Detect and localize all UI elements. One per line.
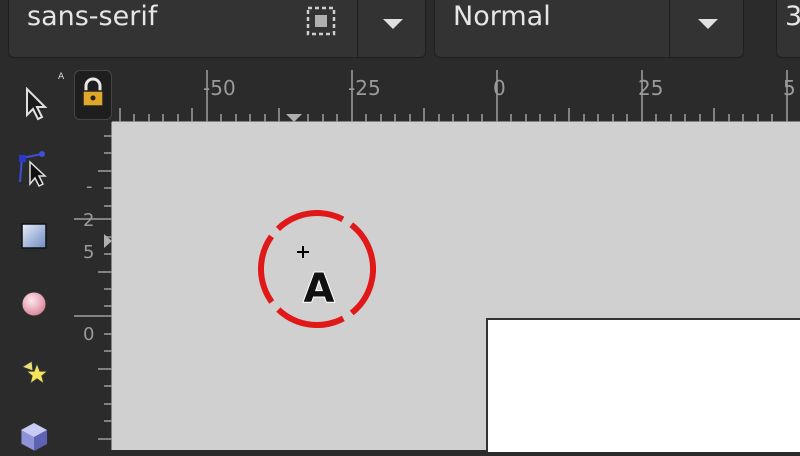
chevron-down-icon	[383, 19, 403, 29]
font-style-combobox[interactable]: Normal	[434, 0, 744, 58]
guide-lock-button[interactable]	[74, 70, 112, 120]
ruler-label: 0	[83, 324, 95, 345]
horizontal-ruler-position-marker	[286, 114, 302, 122]
font-style-dropdown-button[interactable]	[669, 0, 746, 57]
font-family-dropdown-button[interactable]	[357, 0, 428, 57]
ruler-label: 0	[493, 76, 506, 100]
page-area[interactable]	[486, 318, 800, 452]
text-tool-cursor-glyph: A	[304, 266, 335, 312]
rectangle-tool[interactable]	[14, 216, 54, 256]
circle-tool[interactable]	[14, 284, 54, 324]
font-selection-icon[interactable]	[305, 5, 337, 37]
lock-icon	[82, 77, 104, 107]
font-size-value[interactable]: 3	[785, 1, 800, 32]
drawing-canvas[interactable]: A	[112, 122, 800, 452]
text-tool-indicator: A	[58, 72, 65, 82]
crosshair-icon	[297, 246, 309, 258]
ruler-label: 5	[783, 76, 796, 100]
font-family-value[interactable]: sans-serif	[27, 1, 157, 32]
vertical-ruler-ticks	[74, 122, 112, 450]
tool-palette	[0, 66, 68, 452]
ruler-label: 25	[638, 76, 664, 100]
node-edit-icon	[19, 151, 47, 188]
text-toolbar: sans-serif Normal 3	[0, 0, 800, 66]
text-cursor-highlight: A	[258, 210, 376, 328]
3d-box-tool[interactable]	[14, 416, 54, 456]
rectangle-icon	[21, 223, 47, 249]
chevron-down-icon	[698, 19, 718, 29]
circle-icon	[21, 291, 47, 317]
ruler-label: 5	[83, 242, 95, 263]
selector-tool[interactable]	[14, 84, 54, 124]
vertical-ruler-position-marker	[104, 234, 112, 248]
ruler-label: 2	[83, 210, 95, 231]
font-family-combobox[interactable]: sans-serif	[8, 0, 426, 58]
font-style-value[interactable]: Normal	[453, 1, 551, 32]
ruler-label: -25	[348, 76, 381, 100]
3d-box-icon	[20, 422, 48, 452]
star-polygon-icon	[20, 360, 50, 386]
node-tool[interactable]	[14, 148, 54, 188]
arrow-pointer-icon	[26, 87, 48, 121]
ruler-label: -	[86, 176, 93, 197]
star-tool[interactable]	[14, 352, 54, 392]
ruler-label: -50	[203, 76, 236, 100]
vertical-ruler[interactable]: - 2 5 0	[70, 122, 112, 450]
horizontal-ruler[interactable]: -50 -25 0 25 5	[112, 66, 800, 122]
font-size-field[interactable]: 3	[776, 0, 800, 58]
